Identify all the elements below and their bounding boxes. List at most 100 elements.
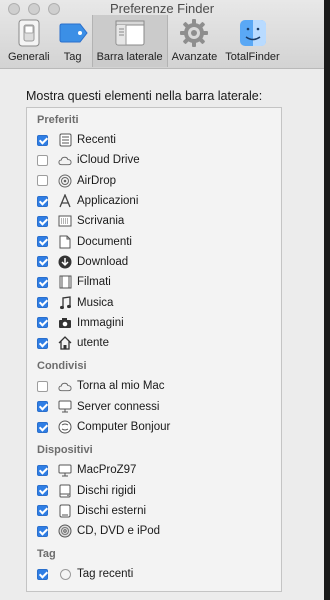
sidebar-option-row[interactable]: Server connessi: [37, 397, 281, 417]
option-label: CD, DVD e iPod: [77, 525, 161, 538]
option-label: utente: [77, 337, 109, 350]
film-icon: [58, 275, 72, 289]
checkbox[interactable]: [37, 525, 48, 537]
option-label: Dischi esterni: [77, 504, 147, 517]
sidebar-option-row[interactable]: Dischi rigidi: [37, 480, 281, 500]
sidebar-option-row[interactable]: Torna al mio Mac: [37, 376, 281, 396]
checkbox[interactable]: [37, 195, 48, 207]
tab-totalfinder[interactable]: TotalFinder: [221, 15, 283, 67]
download-icon: [58, 255, 72, 269]
home-icon: [58, 336, 72, 350]
tab-generali[interactable]: Generali: [4, 15, 54, 67]
tab-label: Generali: [8, 51, 50, 63]
option-label: Dischi rigidi: [77, 484, 136, 497]
checkbox[interactable]: [37, 337, 48, 349]
tab-tag[interactable]: Tag: [54, 15, 92, 67]
checkbox[interactable]: [37, 175, 48, 187]
optical-disc-icon: [58, 524, 72, 538]
checkbox[interactable]: [37, 380, 48, 392]
checkbox[interactable]: [37, 421, 48, 433]
window-edge: [324, 0, 330, 600]
checkbox[interactable]: [37, 297, 48, 309]
option-label: AirDrop: [77, 174, 116, 187]
cloud-icon: [58, 379, 72, 393]
option-label: Scrivania: [77, 215, 125, 228]
sidebar-option-row[interactable]: Dischi esterni: [37, 501, 281, 521]
section-heading: Condivisi: [37, 360, 87, 373]
section-heading: Dispositivi: [37, 444, 93, 457]
music-icon: [58, 295, 72, 310]
tab-avanzate[interactable]: Avanzate: [168, 15, 222, 67]
preferences-toolbar: Generali Tag Barra laterale Avanzate Tot…: [0, 15, 324, 67]
cloud-icon: [58, 153, 72, 167]
title-bar: Preferenze Finder Generali Tag Barra lat…: [0, 0, 324, 69]
sidebar-option-row[interactable]: utente: [37, 333, 281, 353]
sidebar-option-row[interactable]: Computer Bonjour: [37, 417, 281, 437]
tag-circle-icon: [58, 567, 72, 581]
sidebar-option-row[interactable]: Applicazioni: [37, 191, 281, 211]
hard-disk-icon: [58, 484, 72, 498]
sidebar-option-row[interactable]: CD, DVD e iPod: [37, 521, 281, 541]
checkbox[interactable]: [37, 568, 48, 580]
checkbox[interactable]: [37, 154, 48, 166]
recents-icon: [58, 133, 72, 147]
finder-preferences-window: Preferenze Finder Generali Tag Barra lat…: [0, 0, 324, 600]
option-label: MacProZ97: [77, 464, 137, 477]
airdrop-icon: [58, 174, 72, 188]
tab-barra-laterale[interactable]: Barra laterale: [91, 15, 168, 67]
sidebar-option-row[interactable]: MacProZ97: [37, 460, 281, 480]
option-label: Documenti: [77, 235, 132, 248]
sidebar-option-row[interactable]: Scrivania: [37, 211, 281, 231]
checkbox[interactable]: [37, 276, 48, 288]
monitor-icon: [58, 463, 72, 477]
sidebar-option-row[interactable]: Filmati: [37, 272, 281, 292]
sidebar-option-row[interactable]: Tag recenti: [37, 564, 281, 584]
external-disk-icon: [58, 504, 72, 518]
checkbox[interactable]: [37, 134, 48, 146]
checkbox[interactable]: [37, 485, 48, 497]
option-label: Musica: [77, 296, 114, 309]
applications-icon: [58, 194, 72, 208]
checkbox[interactable]: [37, 464, 48, 476]
camera-icon: [58, 316, 72, 330]
document-icon: [58, 235, 72, 249]
option-label: Tag recenti: [77, 568, 134, 581]
checkbox[interactable]: [37, 505, 48, 517]
tab-label: Barra laterale: [96, 51, 163, 63]
monitor-icon: [58, 400, 72, 414]
checkbox[interactable]: [37, 215, 48, 227]
tab-label: TotalFinder: [225, 51, 280, 63]
option-label: Filmati: [77, 276, 111, 289]
sidebar-option-row[interactable]: AirDrop: [37, 171, 281, 191]
checkbox[interactable]: [37, 317, 48, 329]
checkbox[interactable]: [37, 236, 48, 248]
checkbox[interactable]: [37, 401, 48, 413]
finder-icon: [238, 18, 268, 48]
option-label: Torna al mio Mac: [77, 380, 165, 393]
option-label: Immagini: [77, 316, 124, 329]
checkbox[interactable]: [37, 256, 48, 268]
sidebar-option-row[interactable]: Download: [37, 252, 281, 272]
sidebar-option-row[interactable]: Musica: [37, 292, 281, 312]
tab-label: Avanzate: [171, 51, 218, 63]
section-heading: Preferiti: [37, 114, 79, 126]
desktop-icon: [58, 214, 72, 228]
sidebar-icon: [115, 18, 145, 48]
sidebar-option-row[interactable]: Immagini: [37, 313, 281, 333]
bonjour-icon: [58, 420, 72, 434]
gear-icon: [179, 18, 209, 48]
panel-heading: Mostra questi elementi nella barra later…: [26, 89, 263, 103]
option-label: Recenti: [77, 134, 116, 147]
option-label: Applicazioni: [77, 195, 139, 208]
sidebar-option-row[interactable]: iCloud Drive: [37, 150, 281, 170]
sidebar-items-list: Preferiti Recenti iCloud Drive AirDrop Appli…: [26, 107, 282, 592]
sidebar-option-row[interactable]: Recenti: [37, 130, 281, 150]
tag-icon: [58, 18, 88, 48]
section-heading: Tag: [37, 548, 56, 561]
option-label: iCloud Drive: [77, 154, 140, 167]
tab-label: Tag: [63, 51, 82, 63]
option-label: Computer Bonjour: [77, 421, 171, 433]
sidebar-preferences-panel: Mostra questi elementi nella barra later…: [0, 69, 324, 592]
sidebar-option-row[interactable]: Documenti: [37, 231, 281, 251]
option-label: Server connessi: [77, 400, 160, 413]
